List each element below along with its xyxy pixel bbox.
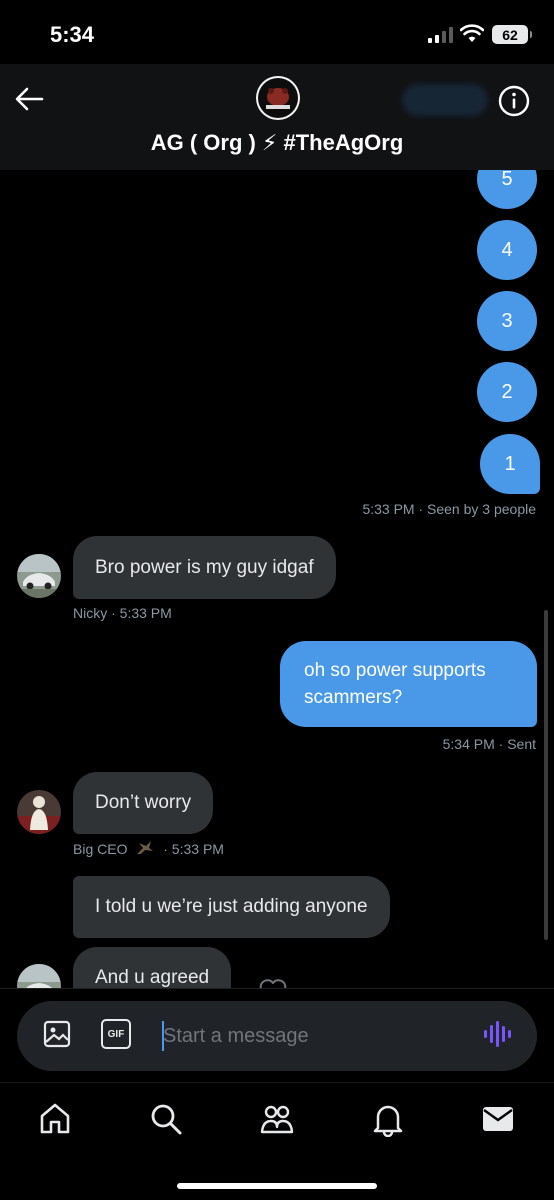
voice-message-icon[interactable]	[482, 1019, 512, 1049]
message-list[interactable]: 5 4 3 2 1 5:33 PM · Seen by 3 people Bro…	[0, 170, 554, 988]
message-bubble-sent[interactable]: 1	[480, 434, 540, 494]
message-bubble-sent[interactable]: oh so power supports scammers?	[280, 641, 537, 727]
search-icon[interactable]	[148, 1101, 184, 1137]
status-bar: 5:34 62	[0, 0, 554, 64]
group-logo-icon	[258, 78, 298, 118]
message-meta: Nicky · 5:33 PM	[73, 605, 172, 621]
sender-name: Big CEO	[73, 841, 128, 857]
group-avatar-icon[interactable]	[256, 76, 300, 120]
message-composer: GIF	[17, 1001, 537, 1071]
gif-icon[interactable]: GIF	[101, 1019, 131, 1049]
conversation-title: AG ( Org ) ⚡ #TheAgOrg	[150, 130, 404, 155]
arrow-left-icon[interactable]	[12, 84, 48, 114]
home-indicator	[177, 1183, 377, 1189]
message-bubble-sent[interactable]: 5	[477, 170, 537, 209]
car-photo-icon	[17, 964, 61, 988]
message-meta: Big CEO · 5:33 PM	[73, 840, 224, 857]
status-time: 5:34	[50, 22, 95, 47]
message-meta: 5:34 PM · Sent	[442, 736, 536, 752]
messages-icon[interactable]	[480, 1101, 516, 1137]
message-bubble-received[interactable]: Bro power is my guy idgaf	[73, 536, 336, 599]
message-meta: 5:33 PM · Seen by 3 people	[362, 501, 536, 517]
wifi-icon	[460, 24, 484, 42]
image-icon[interactable]	[42, 1019, 72, 1049]
message-bubble-received[interactable]: And u agreed	[73, 947, 232, 988]
avatar-nicky[interactable]	[17, 964, 61, 988]
message-bubble-sent[interactable]: 3	[477, 291, 537, 351]
heart-icon[interactable]	[258, 978, 288, 988]
car-photo-icon	[17, 554, 61, 598]
person-photo-icon	[17, 790, 61, 834]
message-time: · 5:33 PM	[163, 841, 224, 857]
battery-indicator: 62	[492, 25, 532, 44]
scrollbar[interactable]	[544, 610, 548, 940]
message-bubble-received[interactable]: Don’t worry	[73, 772, 214, 834]
message-input[interactable]	[163, 1017, 463, 1055]
message-bubble-received[interactable]: I told u we’re just adding anyone	[73, 876, 390, 938]
bottom-tab-bar	[0, 1082, 554, 1200]
avatar-nicky[interactable]	[17, 554, 61, 598]
notifications-icon[interactable]	[370, 1101, 406, 1137]
message-bubble-sent[interactable]: 2	[477, 362, 537, 422]
info-icon[interactable]	[497, 84, 531, 118]
conversation-header: AG ( Org ) ⚡ #TheAgOrg	[0, 64, 554, 170]
home-icon[interactable]	[37, 1101, 73, 1137]
avatar-big-ceo[interactable]	[17, 790, 61, 834]
message-bubble-sent[interactable]: 4	[477, 220, 537, 280]
communities-icon[interactable]	[259, 1101, 295, 1137]
signal-icon	[428, 27, 453, 43]
eagle-emoji-icon	[137, 841, 154, 854]
header-blur-decoration	[402, 84, 488, 116]
composer-area: GIF	[0, 988, 554, 1082]
